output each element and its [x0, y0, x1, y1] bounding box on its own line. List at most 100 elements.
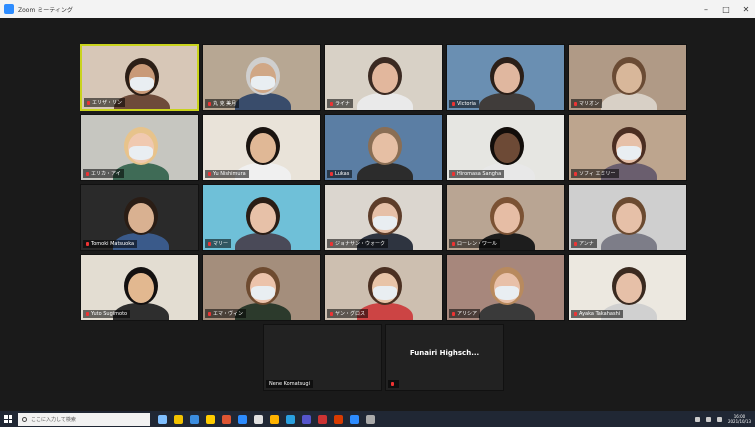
participant-tile[interactable]: ローレン・ワール	[446, 184, 565, 251]
participant-name: Ayaka Takahashi	[571, 310, 624, 318]
taskbar-app-icon[interactable]	[158, 414, 167, 424]
mic-muted-icon	[208, 171, 211, 176]
participant-face	[494, 133, 520, 163]
taskbar-app-icon[interactable]	[190, 414, 199, 424]
participant-tile[interactable]: Yu Nishimura	[202, 114, 321, 181]
participant-tile[interactable]: Victoria	[446, 44, 565, 111]
face-mask	[129, 146, 153, 160]
window-title: Zoom ミーティング	[18, 6, 73, 14]
participant-tile[interactable]: エマ・ヴィン	[202, 254, 321, 321]
face-mask	[617, 146, 641, 160]
taskbar-app-icon[interactable]	[318, 414, 327, 424]
taskbar-app-icon[interactable]	[334, 414, 343, 424]
participant-face	[616, 203, 642, 233]
taskbar-app-icon[interactable]	[174, 414, 183, 424]
mic-muted-icon	[330, 171, 333, 176]
participant-name: Hiromasa Sangha	[449, 170, 505, 178]
participant-tile[interactable]: Yuto Sugimoto	[80, 254, 199, 321]
participant-tile[interactable]: アンナ	[568, 184, 687, 251]
face-mask	[495, 286, 519, 300]
start-button[interactable]	[0, 411, 16, 427]
participant-name-text: エリザ・リン	[92, 100, 123, 106]
participant-tile[interactable]: マリオン	[568, 44, 687, 111]
participant-name: ヤン・グロス	[327, 309, 369, 318]
mic-muted-icon	[574, 311, 577, 316]
mic-muted-icon	[452, 241, 455, 246]
taskbar-app-icon[interactable]	[222, 414, 231, 424]
participant-name-text: Yuto Sugimoto	[91, 311, 128, 317]
participant-name-text: エマ・ヴィン	[213, 311, 244, 317]
participant-tile[interactable]: ソフィ エミリー	[568, 114, 687, 181]
title-bar: Zoom ミーティング – □ ✕	[0, 0, 755, 18]
taskbar-app-icon[interactable]	[302, 414, 311, 424]
participant-name-text: マリオン	[579, 101, 600, 107]
gallery-view: エリザ・リン 丸 克 美月 ライナ Victoria マリオンエリカ・アイ Yu Nish…	[0, 18, 755, 411]
participant-name-text: Lukas	[335, 171, 350, 177]
mic-muted-icon	[574, 241, 577, 246]
participant-body	[479, 93, 535, 110]
participant-tile[interactable]: エリザ・リン	[80, 44, 199, 111]
participant-body	[235, 93, 291, 110]
participant-name: Yu Nishimura	[205, 170, 249, 178]
participant-face	[494, 203, 520, 233]
taskbar-app-icon[interactable]	[366, 414, 375, 424]
participant-tile[interactable]: ライナ	[324, 44, 443, 111]
participant-name: エリザ・リン	[84, 98, 126, 107]
mic-muted-icon	[452, 311, 455, 316]
taskbar-app-icon[interactable]	[286, 414, 295, 424]
participant-name: 丸 克 美月	[205, 99, 240, 108]
participant-face	[616, 63, 642, 93]
participant-name: ライナ	[327, 99, 353, 108]
participant-name-text: ヤン・グロス	[335, 311, 366, 317]
participant-tile[interactable]: Lukas	[324, 114, 443, 181]
mic-muted-icon	[574, 101, 577, 106]
taskbar-app-icon[interactable]	[238, 414, 247, 424]
volume-icon[interactable]	[705, 416, 711, 422]
participant-body	[357, 93, 413, 110]
participant-tile[interactable]: マリー	[202, 184, 321, 251]
search-icon	[22, 416, 27, 422]
participant-display-name: Funairi Highsch...	[409, 349, 480, 357]
taskbar-app-icon[interactable]	[350, 414, 359, 424]
participant-name: ソフィ エミリー	[571, 169, 619, 178]
minimize-button[interactable]: –	[701, 5, 711, 14]
taskbar-clock[interactable]: 16:00 2021/10/13	[728, 414, 751, 424]
zoom-window: Zoom ミーティング – □ ✕ エリザ・リン 丸 克 美月 ライナ Victori…	[0, 0, 755, 427]
participant-tile[interactable]: 丸 克 美月	[202, 44, 321, 111]
ime-icon[interactable]	[716, 416, 722, 422]
mic-muted-icon	[391, 381, 394, 386]
participant-tile[interactable]: Ayaka Takahashi	[568, 254, 687, 321]
close-button[interactable]: ✕	[741, 5, 751, 14]
face-mask	[130, 77, 154, 91]
maximize-button[interactable]: □	[721, 5, 731, 14]
system-tray: 16:00 2021/10/13	[694, 414, 751, 424]
taskbar-app-icon[interactable]	[206, 414, 215, 424]
participant-name: ジョナサン・ウォーク	[327, 239, 389, 248]
participant-tile[interactable]: Hiromasa Sangha	[446, 114, 565, 181]
participant-tile[interactable]: ヤン・グロス	[324, 254, 443, 321]
participant-name: アリシア	[449, 309, 481, 318]
face-mask	[373, 216, 397, 230]
participant-face	[250, 203, 276, 233]
participant-name: マリオン	[571, 99, 603, 108]
mic-muted-icon	[330, 311, 333, 316]
participant-name: Yuto Sugimoto	[83, 310, 131, 318]
participant-name: Tomoki Matsuoka	[83, 240, 138, 248]
participant-name: ローレン・ワール	[449, 239, 501, 248]
participant-tile[interactable]: Tomoki Matsuoka	[80, 184, 199, 251]
mic-muted-icon	[87, 100, 90, 105]
taskbar-app-icon[interactable]	[254, 414, 263, 424]
participant-name: アンナ	[571, 239, 597, 248]
clock-date: 2021/10/13	[727, 419, 751, 424]
participant-tile[interactable]: アリシア	[446, 254, 565, 321]
participant-tile-no-video[interactable]: Nene Komatsugi	[263, 324, 382, 391]
participant-tile-no-video[interactable]: Funairi Highsch...	[385, 324, 504, 391]
taskbar-app-icon[interactable]	[270, 414, 279, 424]
participant-body	[601, 233, 657, 250]
participant-tile[interactable]: ジョナサン・ウォーク	[324, 184, 443, 251]
participant-name-text: マリー	[213, 241, 229, 247]
participant-tile[interactable]: エリカ・アイ	[80, 114, 199, 181]
mic-muted-icon	[208, 241, 211, 246]
taskbar-search-box[interactable]: ここに入力して検索	[18, 412, 150, 426]
network-icon[interactable]	[694, 416, 700, 422]
